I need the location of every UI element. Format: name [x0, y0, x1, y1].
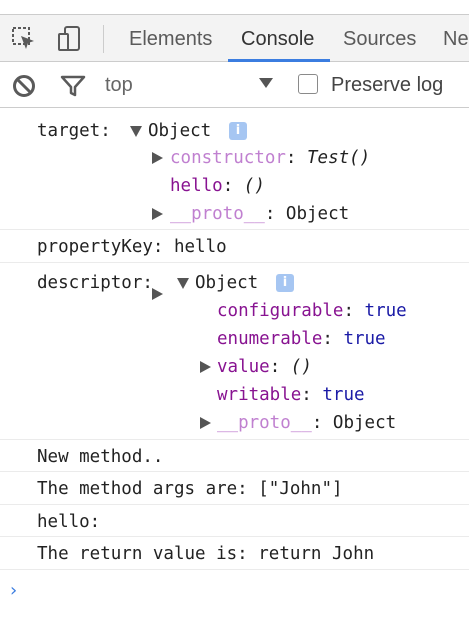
expand-triangle-icon[interactable] [152, 152, 163, 164]
info-icon[interactable]: i [276, 274, 294, 292]
tab-console[interactable]: Console [241, 15, 314, 62]
preserve-log-label[interactable]: Preserve log [331, 62, 443, 108]
message-text: The method args are: ["John"] [37, 479, 343, 499]
message-text: New method.. [37, 447, 164, 467]
toolbar-separator [103, 25, 104, 53]
execution-context-select[interactable]: top [105, 62, 133, 108]
object-property[interactable]: __proto__: Object [217, 411, 396, 435]
device-toolbar-icon[interactable] [56, 25, 84, 53]
console-prompt[interactable]: › [10, 580, 17, 601]
expand-triangle-icon[interactable] [200, 417, 211, 429]
console-message: target: Object i constructor: Test() hel… [0, 108, 469, 300]
console-message: New method.. [0, 440, 469, 472]
console-message: The method args are: ["John"] [0, 472, 469, 505]
clear-console-icon[interactable] [12, 74, 36, 98]
object-property[interactable]: hello: () [170, 174, 265, 198]
info-icon[interactable]: i [229, 122, 247, 140]
object-property[interactable]: value: () [217, 355, 312, 379]
collapse-triangle-icon[interactable] [130, 126, 142, 137]
object-property: enumerable: true [217, 329, 386, 349]
message-text: hello: [37, 512, 101, 532]
tab-elements[interactable]: Elements [129, 15, 212, 62]
devtools-tabbar: Elements Console Sources Ne [0, 14, 469, 62]
console-message: hello: [0, 505, 469, 537]
object-property[interactable]: constructor: Test() [170, 146, 370, 170]
object-property: configurable: true [217, 301, 407, 321]
expand-triangle-icon[interactable] [152, 208, 163, 220]
tab-sources[interactable]: Sources [343, 15, 416, 62]
preserve-log-checkbox[interactable] [298, 74, 318, 94]
expand-triangle-icon[interactable] [200, 361, 211, 373]
chevron-down-icon[interactable] [258, 77, 274, 89]
collapse-triangle-icon[interactable] [177, 278, 189, 289]
object-label[interactable]: Object [195, 271, 258, 295]
message-text: propertyKey: hello [37, 237, 227, 257]
object-property: writable: true [217, 385, 365, 405]
message-label: target: [37, 121, 111, 141]
filter-icon[interactable] [60, 74, 86, 98]
console-message: propertyKey: hello [0, 230, 469, 263]
object-property[interactable]: __proto__: Object [170, 202, 349, 226]
inspect-element-icon[interactable] [10, 25, 38, 53]
tab-network[interactable]: Ne [443, 15, 469, 62]
object-label[interactable]: Object [148, 119, 211, 143]
console-message: descriptor: Object i configurable: true … [0, 263, 469, 440]
message-text: The return value is: return John [37, 544, 375, 564]
message-label: descriptor: [37, 273, 153, 293]
console-message: The return value is: return John [0, 537, 469, 570]
console-filterbar: top Preserve log [0, 62, 469, 108]
